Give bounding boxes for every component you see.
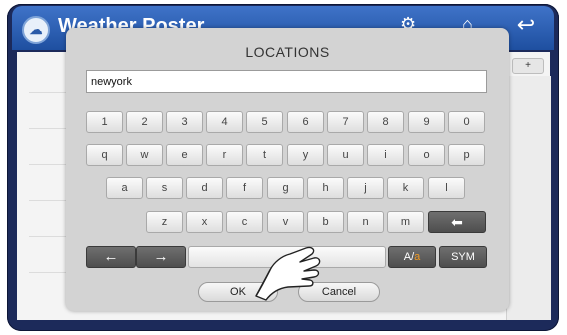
key-i[interactable]: i (367, 144, 404, 166)
key-p[interactable]: p (448, 144, 485, 166)
key-r[interactable]: r (206, 144, 243, 166)
key-d[interactable]: d (186, 177, 223, 199)
sym-key[interactable]: SYM (439, 246, 487, 268)
key-l[interactable]: l (428, 177, 465, 199)
key-0[interactable]: 0 (448, 111, 485, 133)
key-1[interactable]: 1 (86, 111, 123, 133)
backspace-key[interactable]: ⬅ (428, 211, 486, 233)
key-y[interactable]: y (287, 144, 324, 166)
cursor-right-key[interactable]: → (136, 246, 186, 268)
key-h[interactable]: h (307, 177, 344, 199)
case-label-upper: A/ (403, 251, 415, 263)
dialog-title: LOCATIONS (245, 44, 330, 60)
key-a[interactable]: a (106, 177, 143, 199)
key-q[interactable]: q (86, 144, 123, 166)
add-location-button[interactable]: + (512, 58, 544, 74)
key-u[interactable]: u (327, 144, 364, 166)
key-6[interactable]: 6 (287, 111, 324, 133)
case-label-lower: a (414, 251, 421, 263)
key-n[interactable]: n (347, 211, 384, 233)
key-2[interactable]: 2 (126, 111, 163, 133)
key-4[interactable]: 4 (206, 111, 243, 133)
key-o[interactable]: o (408, 144, 445, 166)
key-j[interactable]: j (347, 177, 384, 199)
key-b[interactable]: b (307, 211, 344, 233)
key-e[interactable]: e (166, 144, 203, 166)
key-c[interactable]: c (226, 211, 263, 233)
key-k[interactable]: k (387, 177, 424, 199)
key-g[interactable]: g (267, 177, 304, 199)
key-z[interactable]: z (146, 211, 183, 233)
key-9[interactable]: 9 (408, 111, 445, 133)
key-5[interactable]: 5 (246, 111, 283, 133)
location-input[interactable]: newyork (86, 70, 487, 93)
back-icon[interactable]: ↩ (508, 10, 544, 40)
key-v[interactable]: v (267, 211, 304, 233)
side-panel (506, 76, 551, 320)
key-t[interactable]: t (246, 144, 283, 166)
key-x[interactable]: x (186, 211, 223, 233)
key-7[interactable]: 7 (327, 111, 364, 133)
key-w[interactable]: w (126, 144, 163, 166)
key-3[interactable]: 3 (166, 111, 203, 133)
weather-app-icon[interactable]: ☁ (22, 16, 50, 44)
key-s[interactable]: s (146, 177, 183, 199)
cursor-left-key[interactable]: ← (86, 246, 136, 268)
pointing-hand-icon (255, 246, 321, 301)
key-m[interactable]: m (387, 211, 424, 233)
key-f[interactable]: f (226, 177, 263, 199)
case-toggle-key[interactable]: A/a (388, 246, 436, 268)
key-8[interactable]: 8 (367, 111, 404, 133)
